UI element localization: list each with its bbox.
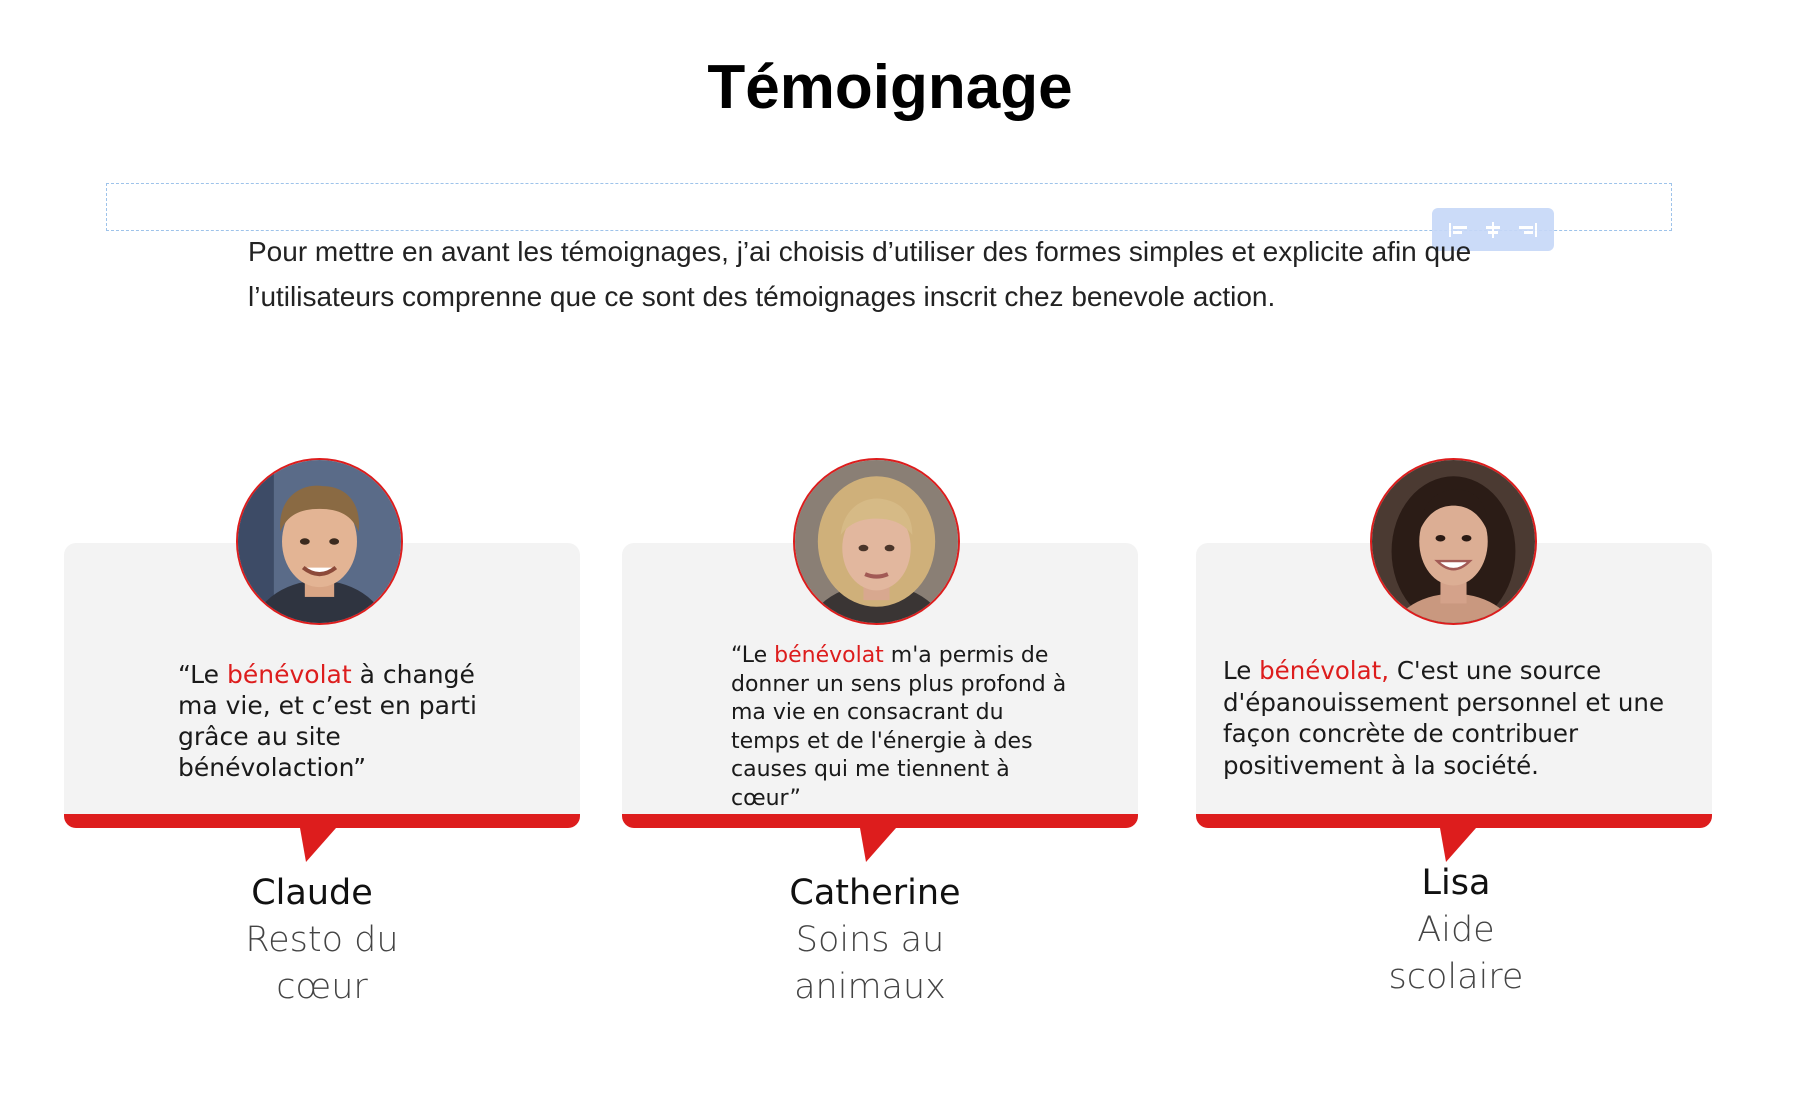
avatar [793, 458, 960, 625]
avatar-lisa-image [1372, 460, 1535, 623]
speech-bubble-tail [300, 828, 336, 862]
testimonial-quote: Le bénévolat, C'est une source d'épanoui… [1223, 656, 1665, 780]
page-title: Témoignage [707, 53, 1073, 122]
avatar [1370, 458, 1537, 625]
avatar-catherine-image [795, 460, 958, 623]
highlight-word: bénévolat, [1259, 656, 1390, 685]
avatar [236, 458, 403, 625]
speech-bubble-tail [1440, 828, 1476, 862]
highlight-word: bénévolat [227, 660, 352, 689]
person-organization: Resto du cœur [245, 920, 399, 1007]
person-organization: Aide scolaire [1388, 910, 1524, 997]
person-organization: Soins au animaux [794, 920, 946, 1007]
person-name: Catherine [789, 873, 961, 913]
speech-bubble-tail [860, 828, 896, 862]
highlight-word: bénévolat [774, 643, 884, 668]
intro-paragraph: Pour mettre en avant les témoignages, j’… [248, 236, 1472, 312]
person-name: Claude [251, 873, 373, 913]
testimonial-quote: “Le bénévolat m'a permis de donner un se… [731, 643, 1067, 811]
avatar-claude-image [238, 460, 401, 623]
person-name: Lisa [1421, 863, 1491, 903]
testimonial-quote: “Le bénévolat à changé ma vie, et c’est … [178, 660, 477, 782]
